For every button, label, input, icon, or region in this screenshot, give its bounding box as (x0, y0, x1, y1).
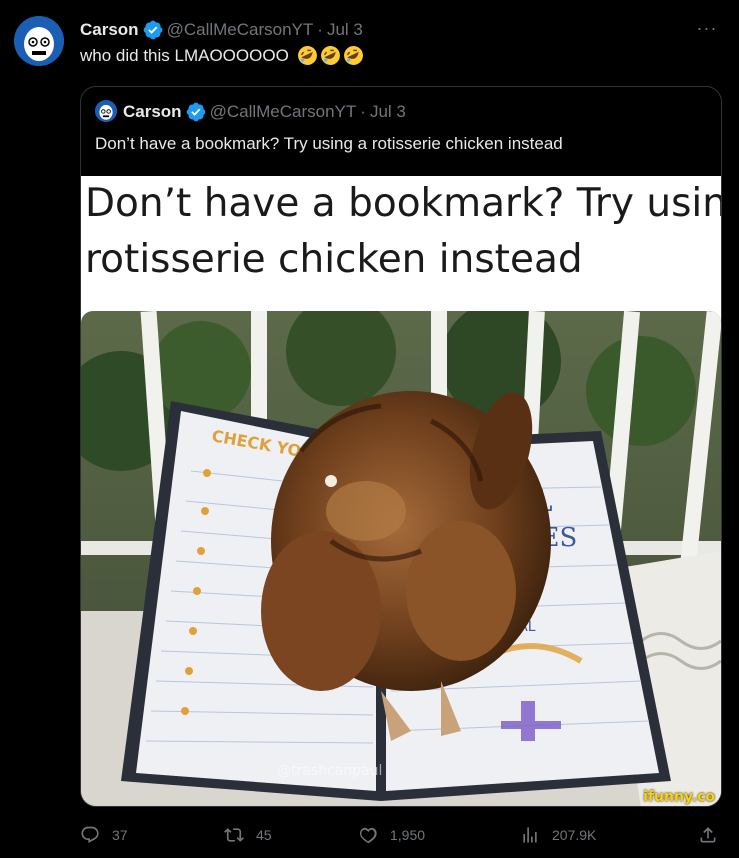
watermark-username: @trashcanpaul (277, 763, 383, 779)
repost-button[interactable]: 45 (224, 818, 272, 852)
tweet-date[interactable]: Jul 3 (327, 20, 363, 40)
share-button[interactable] (698, 818, 730, 852)
quoted-tweet[interactable]: Carson @CallMeCarsonYT · Jul 3 Don’t hav… (80, 86, 722, 807)
chicken-book-photo: CHECK YOUR AL RCES TRICAL @trash (81, 311, 721, 806)
media-caption-line-1: Don’t have a bookmark? Try using a (85, 181, 721, 226)
tweet-text-content: who did this LMAOOOOOO (80, 45, 289, 65)
separator-dot: · (317, 20, 323, 39)
views-count: 207.9K (552, 827, 597, 843)
media-caption: Don’t have a bookmark? Try using a rotis… (85, 176, 721, 288)
like-count: 1,950 (390, 827, 426, 843)
quoted-author-handle[interactable]: @CallMeCarsonYT (210, 102, 357, 122)
author-handle[interactable]: @CallMeCarsonYT (167, 20, 314, 40)
verified-badge-icon (186, 102, 206, 122)
analytics-icon (523, 827, 537, 843)
quoted-tweet-date[interactable]: Jul 3 (370, 102, 406, 122)
views-button[interactable]: 207.9K (520, 818, 596, 852)
author-avatar[interactable] (14, 16, 64, 66)
quoted-tweet-media[interactable]: Don’t have a bookmark? Try using a rotis… (81, 176, 721, 806)
repost-count: 45 (256, 827, 272, 843)
heart-icon (359, 827, 377, 844)
quoted-tweet-header: Carson @CallMeCarsonYT · Jul 3 (123, 102, 406, 122)
author-name[interactable]: Carson (80, 20, 139, 40)
share-icon (700, 827, 716, 843)
quoted-author-name[interactable]: Carson (123, 102, 182, 122)
repost-icon (224, 828, 244, 842)
reply-icon (81, 826, 99, 843)
rofl-emoji (343, 45, 364, 66)
watermark-site: ifunny.co (643, 789, 715, 805)
tweet-text: who did this LMAOOOOOO (80, 45, 364, 66)
tweet[interactable]: Carson @CallMeCarsonYT · Jul 3 ··· who d… (0, 0, 739, 858)
more-options-icon[interactable]: ··· (693, 18, 721, 42)
reply-count: 37 (112, 827, 128, 843)
reply-button[interactable]: 37 (80, 818, 128, 852)
like-button[interactable]: 1,950 (358, 818, 425, 852)
verified-badge-icon (143, 20, 163, 40)
rofl-emoji (320, 45, 341, 66)
quoted-author-avatar[interactable] (95, 100, 117, 122)
tweet-actions-bar: 37 45 1,950 207.9K (80, 818, 720, 852)
quoted-tweet-text: Don’t have a bookmark? Try using a rotis… (95, 134, 563, 153)
rofl-emoji (297, 45, 318, 66)
separator-dot: · (360, 102, 366, 121)
media-caption-line-2: rotisserie chicken instead (85, 237, 583, 282)
tweet-header: Carson @CallMeCarsonYT · Jul 3 (80, 19, 363, 41)
